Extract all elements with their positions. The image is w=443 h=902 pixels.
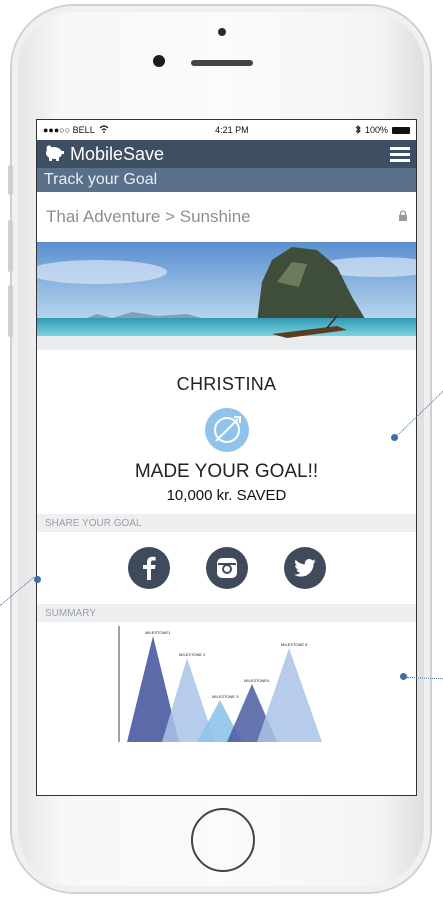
- status-bar: ●●●○○ BELL 4:21 PM 100%: [37, 120, 416, 140]
- front-camera: [153, 55, 165, 67]
- earpiece-speaker: [191, 60, 253, 66]
- battery-percent: 100%: [364, 125, 388, 135]
- volume-up-button: [8, 220, 13, 272]
- carrier-label: ●●●○○ BELL: [43, 125, 95, 135]
- wifi-icon: [99, 125, 109, 135]
- app-title: MobileSave: [70, 143, 165, 164]
- lock-icon[interactable]: [398, 207, 408, 227]
- instagram-icon[interactable]: [205, 547, 248, 589]
- milestone-label-3: MILESTONE 3: [212, 694, 239, 699]
- milestone-peak-5: [257, 648, 322, 742]
- silent-switch: [8, 165, 13, 195]
- summary-section-label: SUMMARY: [37, 604, 416, 622]
- piggy-bank-icon: [43, 143, 65, 166]
- milestone-label-4: MILESTONE4: [244, 678, 270, 683]
- callout-dot-summary: [400, 673, 407, 680]
- breadcrumb[interactable]: Thai Adventure > Sunshine: [37, 192, 416, 242]
- goal-owner-name: CHRISTINA: [176, 374, 277, 394]
- volume-down-button: [8, 285, 13, 337]
- milestone-label-5: MILESTONE 5: [281, 642, 308, 647]
- proximity-sensor: [218, 28, 226, 36]
- summary-chart: MILESTONE1 MILESTONE 2 MILESTONE 3 MILES…: [37, 622, 416, 742]
- bluetooth-icon: [355, 124, 361, 136]
- milestone-label-1: MILESTONE1: [145, 630, 171, 635]
- share-buttons: [37, 532, 416, 604]
- goal-achieved-icon: [204, 407, 250, 453]
- goal-status: MADE YOUR GOAL!!: [134, 461, 319, 482]
- home-button[interactable]: [191, 808, 255, 872]
- share-section-label: SHARE YOUR GOAL: [37, 514, 416, 532]
- phone-screen: ●●●○○ BELL 4:21 PM 100% MobileSave Track…: [36, 119, 417, 796]
- breadcrumb-text: Thai Adventure > Sunshine: [46, 207, 251, 226]
- clock: 4:21 PM: [215, 125, 249, 135]
- menu-icon[interactable]: [390, 146, 410, 162]
- twitter-icon[interactable]: [283, 547, 326, 589]
- milestone-label-2: MILESTONE 2: [179, 652, 206, 657]
- saved-amount: 10,000 kr. SAVED: [166, 487, 287, 504]
- callout-dot-share: [34, 576, 41, 583]
- battery-icon: [391, 126, 410, 134]
- page-title: Track your Goal: [37, 168, 416, 192]
- app-header: MobileSave: [37, 140, 416, 168]
- facebook-icon[interactable]: [127, 547, 170, 589]
- goal-hero-image: [37, 242, 416, 350]
